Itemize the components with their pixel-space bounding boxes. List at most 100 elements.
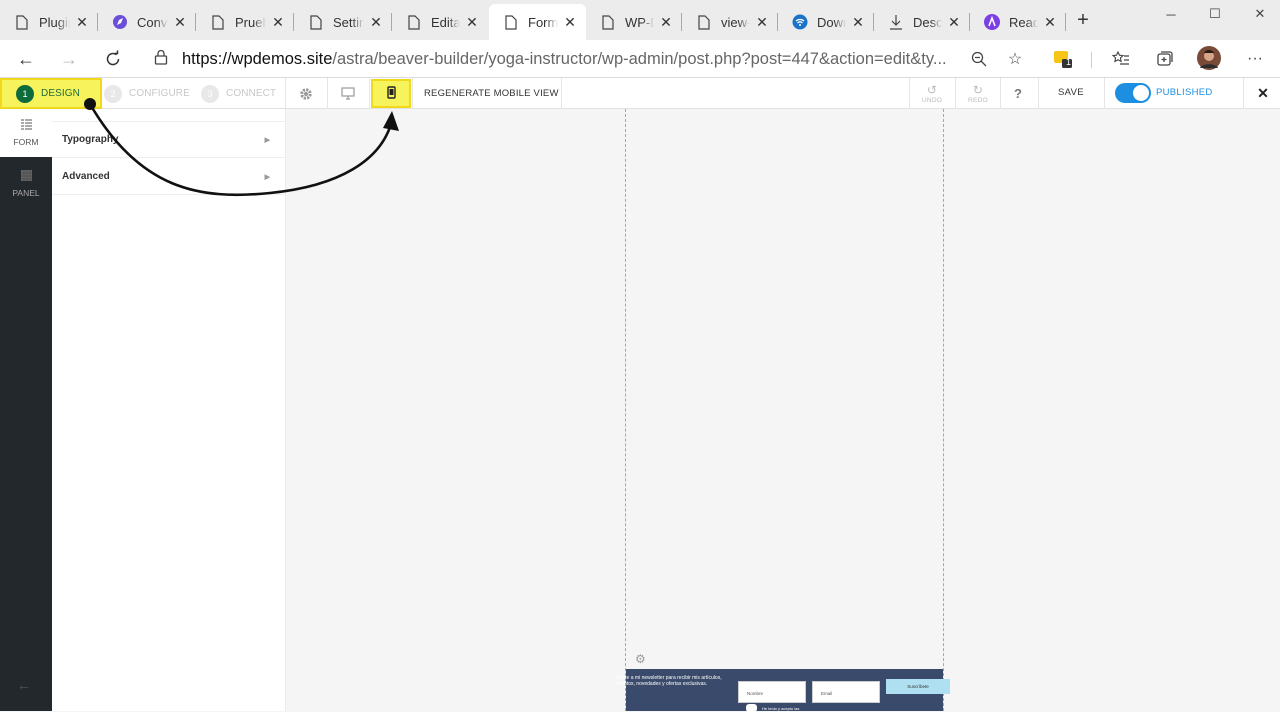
builder-toolbar: 1 DESIGN 2 CONFIGURE 3 CONNECT REGENERAT… bbox=[0, 78, 1280, 109]
page-icon bbox=[600, 14, 616, 30]
close-tab-icon[interactable]: ✕ bbox=[368, 14, 384, 30]
mobile-preview-frame bbox=[625, 109, 944, 711]
redo-icon: ↻ bbox=[972, 82, 984, 97]
step-label: CONFIGURE bbox=[129, 88, 190, 99]
close-tab-icon[interactable]: ✕ bbox=[74, 14, 90, 30]
close-tab-icon[interactable]: ✕ bbox=[270, 14, 286, 30]
profile-avatar-icon[interactable] bbox=[1197, 46, 1221, 70]
close-builder-icon[interactable]: ✕ bbox=[1254, 78, 1272, 109]
close-tab-icon[interactable]: ✕ bbox=[562, 14, 578, 30]
page-icon bbox=[308, 14, 324, 30]
close-tab-icon[interactable]: ✕ bbox=[172, 14, 188, 30]
close-tab-icon[interactable]: ✕ bbox=[1042, 14, 1058, 30]
browser-tab[interactable]: Prueba ✕ bbox=[196, 4, 294, 40]
back-arrow-icon[interactable]: ← bbox=[12, 45, 40, 73]
published-label: PUBLISHED bbox=[1156, 87, 1213, 98]
save-button[interactable]: SAVE bbox=[1058, 78, 1084, 109]
name-field[interactable]: Nombre bbox=[738, 681, 806, 703]
page-icon bbox=[406, 14, 422, 30]
settings-panel: Typography ▶ Advanced ▶ bbox=[52, 109, 286, 711]
section-label: Typography bbox=[62, 134, 119, 145]
browser-tab-bar: Plugins ✕ Convert ✕ Prueba ✕ Settings ✕ … bbox=[0, 0, 1280, 40]
extension-badge: 1 bbox=[1066, 57, 1072, 67]
step-number: 2 bbox=[104, 84, 122, 103]
rail-item-form[interactable]: FORM bbox=[0, 109, 52, 157]
browser-tab[interactable]: Descargas ✕ bbox=[874, 4, 970, 40]
help-button[interactable]: ? bbox=[1005, 78, 1031, 109]
step-label: CONNECT bbox=[226, 88, 277, 99]
step-design[interactable]: 1 DESIGN bbox=[0, 78, 102, 109]
consent-text: He leído y acepto las bbox=[762, 706, 800, 711]
url-field[interactable]: https://wpdemos.site/astra/beaver-builde… bbox=[142, 43, 1042, 75]
address-bar-row: ← → https://wpdemos.site/astra/beaver-bu… bbox=[0, 40, 1280, 78]
desktop-view-icon[interactable] bbox=[328, 78, 368, 109]
browser-tab[interactable]: WP-Demos ✕ bbox=[586, 4, 682, 40]
rail-item-panel[interactable]: PANEL bbox=[0, 160, 52, 208]
minimize-icon[interactable]: ─ bbox=[1148, 0, 1194, 28]
rail-form-label: FORM bbox=[13, 137, 39, 147]
browser-tab[interactable]: Convert ✕ bbox=[98, 4, 196, 40]
settings-gear-icon[interactable] bbox=[286, 78, 326, 109]
browser-tab[interactable]: Plugins ✕ bbox=[0, 4, 98, 40]
window-close-icon[interactable]: ✕ bbox=[1237, 0, 1280, 28]
optin-message: Únete a mi newsletter para recibir mis a… bbox=[616, 675, 722, 687]
mobile-view-button[interactable] bbox=[371, 79, 411, 108]
new-tab-icon[interactable]: + bbox=[1072, 9, 1094, 31]
email-field[interactable]: Email bbox=[812, 681, 880, 703]
undo-button[interactable]: ↺ UNDO bbox=[909, 78, 955, 109]
maximize-icon[interactable]: ☐ bbox=[1192, 0, 1238, 28]
close-tab-icon[interactable]: ✕ bbox=[754, 14, 770, 30]
step-number: 3 bbox=[201, 84, 219, 103]
undo-label: UNDO bbox=[921, 96, 943, 104]
preview-canvas: ⚙ Únete a mi newsletter para recibir mis… bbox=[286, 109, 1280, 712]
browser-tab[interactable]: Settings ✕ bbox=[294, 4, 392, 40]
back-arrow-icon[interactable]: ← bbox=[17, 677, 31, 693]
subscribe-button[interactable]: Suscríbete bbox=[886, 679, 950, 694]
step-number: 1 bbox=[16, 84, 34, 103]
caret-right-icon: ▶ bbox=[264, 173, 270, 181]
redo-label: REDO bbox=[968, 96, 988, 104]
panel-grid-icon bbox=[20, 170, 32, 184]
caret-right-icon: ▶ bbox=[264, 136, 270, 144]
mobile-phone-icon bbox=[386, 85, 396, 102]
form-list-icon bbox=[20, 119, 32, 133]
favorites-bar-icon[interactable] bbox=[1111, 49, 1131, 69]
step-label: DESIGN bbox=[41, 88, 80, 99]
forward-arrow-icon[interactable]: → bbox=[55, 45, 83, 73]
close-tab-icon[interactable]: ✕ bbox=[946, 14, 962, 30]
page-icon bbox=[503, 14, 519, 30]
zoom-icon[interactable] bbox=[969, 49, 989, 69]
refresh-icon[interactable] bbox=[99, 45, 127, 73]
close-tab-icon[interactable]: ✕ bbox=[658, 14, 674, 30]
more-menu-icon[interactable]: ··· bbox=[1245, 49, 1265, 69]
close-tab-icon[interactable]: ✕ bbox=[850, 14, 866, 30]
publish-toggle[interactable] bbox=[1115, 83, 1151, 103]
regenerate-mobile-view-button[interactable]: REGENERATE MOBILE VIEW bbox=[424, 78, 559, 109]
step-connect[interactable]: 3 CONNECT bbox=[201, 80, 276, 107]
gear-icon[interactable]: ⚙ bbox=[635, 652, 646, 666]
rail-panel-label: PANEL bbox=[12, 188, 40, 198]
browser-tab[interactable]: Download ✕ bbox=[778, 4, 874, 40]
section-typography[interactable]: Typography ▶ bbox=[52, 122, 286, 158]
optin-form-preview[interactable]: Únete a mi newsletter para recibir mis a… bbox=[616, 669, 950, 712]
extension-icon[interactable]: 1 bbox=[1053, 49, 1073, 69]
step-configure[interactable]: 2 CONFIGURE bbox=[104, 80, 190, 107]
astra-icon bbox=[984, 14, 1000, 30]
browser-tab[interactable]: Editar ✕ bbox=[392, 4, 488, 40]
left-rail: FORM PANEL ← bbox=[0, 109, 52, 711]
browser-tab[interactable]: Ready ✕ bbox=[970, 4, 1066, 40]
collections-icon[interactable] bbox=[1154, 49, 1174, 69]
compass-icon bbox=[112, 14, 128, 30]
favorite-star-icon[interactable]: ☆ bbox=[1005, 49, 1025, 69]
wifi-icon bbox=[792, 14, 808, 30]
redo-button[interactable]: ↻ REDO bbox=[955, 78, 1001, 109]
section-advanced[interactable]: Advanced ▶ bbox=[52, 159, 286, 195]
page-icon bbox=[210, 14, 226, 30]
url-text: https://wpdemos.site/astra/beaver-builde… bbox=[182, 49, 947, 68]
close-tab-icon[interactable]: ✕ bbox=[464, 14, 480, 30]
page-icon bbox=[14, 14, 30, 30]
browser-tab-active[interactable]: Formulario ✕ bbox=[489, 4, 586, 40]
section-label: Advanced bbox=[62, 171, 110, 182]
browser-tab[interactable]: view-source ✕ bbox=[682, 4, 778, 40]
page-icon bbox=[696, 14, 712, 30]
